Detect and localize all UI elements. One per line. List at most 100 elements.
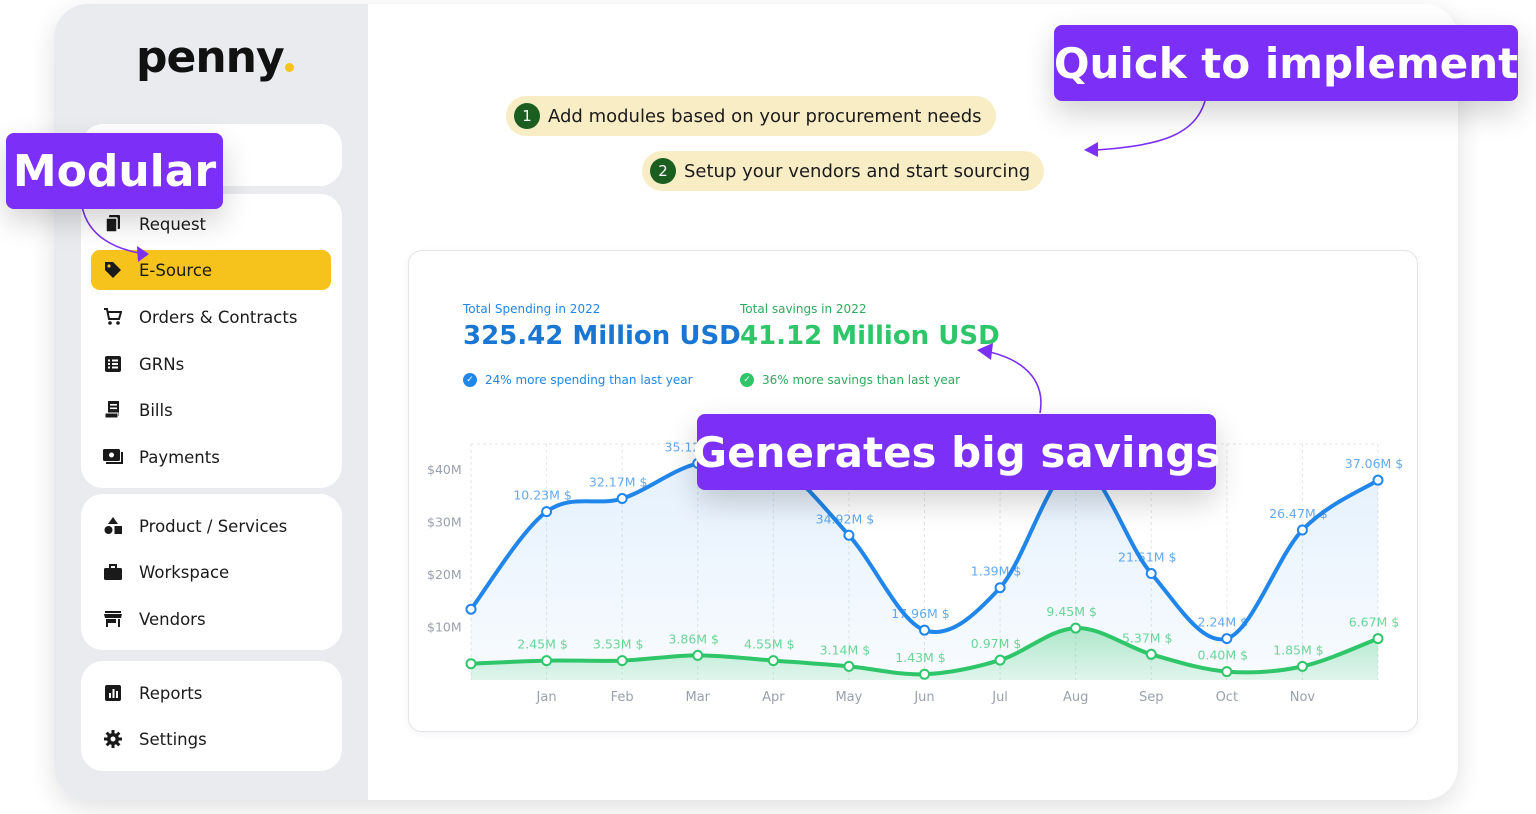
sidebar: penny rd Request E-Source Orders & Contr… <box>54 4 368 800</box>
payments-icon <box>103 449 123 465</box>
sidebar-item-vendors[interactable]: Vendors <box>91 599 331 639</box>
data-point <box>1145 568 1157 580</box>
data-point <box>919 624 930 636</box>
nav-card-procurement: Request E-Source Orders & Contracts GRNs… <box>81 194 342 488</box>
sidebar-item-label: GRNs <box>139 354 185 374</box>
step-1: 1 Add modules based on your procurement … <box>506 96 996 136</box>
gear-icon <box>103 730 123 748</box>
data-label: 4.55M $ <box>744 637 795 652</box>
data-point <box>1372 474 1384 486</box>
x-tick-label: Sep <box>1139 690 1164 705</box>
sidebar-item-reports[interactable]: Reports <box>91 673 331 713</box>
data-label: 21.51M $ <box>1118 550 1177 565</box>
y-tick-label: $20M <box>427 567 462 582</box>
x-tick-label: Apr <box>762 690 785 705</box>
sidebar-item-label: Product / Services <box>139 516 288 536</box>
data-label: 1.43M $ <box>895 650 946 665</box>
grn-icon <box>103 356 123 372</box>
data-point <box>616 655 628 667</box>
sidebar-item-label: Payments <box>139 447 220 467</box>
data-point <box>843 529 855 541</box>
sidebar-item-workspace[interactable]: Workspace <box>91 552 331 592</box>
sidebar-item-payments[interactable]: Payments <box>91 437 331 477</box>
x-tick-label: Jul <box>991 690 1008 705</box>
nav-card-admin: Reports Settings <box>81 661 342 771</box>
data-point <box>1221 666 1233 678</box>
data-label: 3.53M $ <box>593 637 644 652</box>
data-label: 0.97M $ <box>971 636 1022 651</box>
data-point <box>541 655 553 667</box>
sidebar-item-product-services[interactable]: Product / Services <box>91 506 331 546</box>
data-point <box>692 649 704 661</box>
data-label: 26.47M $ <box>1269 506 1328 521</box>
sidebar-item-orders-contracts[interactable]: Orders & Contracts <box>91 297 331 337</box>
sidebar-item-settings[interactable]: Settings <box>91 719 331 759</box>
callout-quick-to-implement: Quick to implement <box>1054 25 1518 101</box>
callout-modular: Modular <box>6 133 223 209</box>
x-tick-label: Jun <box>913 690 934 705</box>
data-label: 10.23M $ <box>513 488 572 503</box>
data-label: 32.17M $ <box>589 475 648 490</box>
step-number: 1 <box>514 103 540 129</box>
data-label: 37.06M $ <box>1345 456 1404 471</box>
data-point <box>1221 633 1233 645</box>
briefcase-icon <box>103 564 123 580</box>
sidebar-item-grns[interactable]: GRNs <box>91 344 331 384</box>
nav-card-masterdata: Product / Services Workspace Vendors <box>81 494 342 650</box>
data-point <box>616 493 628 505</box>
data-label: 2.45M $ <box>517 637 568 652</box>
store-icon <box>103 611 123 627</box>
data-point <box>1070 622 1082 634</box>
data-point <box>465 603 477 615</box>
data-label: 34.92M $ <box>816 511 875 526</box>
data-label: 9.45M $ <box>1046 604 1097 619</box>
data-point <box>994 654 1006 666</box>
sidebar-item-label: E-Source <box>139 260 213 280</box>
data-point <box>919 668 930 680</box>
sidebar-item-e-source[interactable]: E-Source <box>91 250 331 290</box>
data-label: 1.85M $ <box>1273 642 1324 657</box>
sidebar-item-label: Request <box>139 214 207 234</box>
sidebar-item-bills[interactable]: Bills <box>91 390 331 430</box>
data-label: 2.24M $ <box>1198 615 1249 630</box>
data-point <box>1296 524 1308 536</box>
data-label: 6.67M $ <box>1349 615 1400 630</box>
data-point <box>541 506 553 518</box>
step-text: Add modules based on your procurement ne… <box>548 105 982 127</box>
x-tick-label: Jan <box>536 690 557 705</box>
sidebar-item-request[interactable]: Request <box>91 204 331 244</box>
data-point <box>1296 660 1308 672</box>
data-label: 0.40M $ <box>1198 648 1249 663</box>
sidebar-item-label: Bills <box>139 400 173 420</box>
data-point <box>843 660 855 672</box>
sidebar-item-label: Workspace <box>139 562 230 582</box>
cart-icon <box>103 308 123 326</box>
chart-icon <box>103 685 123 701</box>
x-tick-label: Feb <box>611 690 634 705</box>
request-icon <box>103 215 123 233</box>
app-window: penny rd Request E-Source Orders & Contr… <box>54 4 1458 800</box>
sidebar-item-label: Reports <box>139 683 203 703</box>
x-tick-label: Nov <box>1290 690 1316 705</box>
sidebar-item-label: Settings <box>139 729 207 749</box>
tag-icon <box>103 261 123 279</box>
data-point <box>994 582 1006 594</box>
data-label: 1.39M $ <box>971 564 1022 579</box>
data-label: 17.96M $ <box>891 606 950 621</box>
data-label: 3.14M $ <box>820 642 871 657</box>
penny-logo: penny <box>136 32 294 83</box>
x-tick-label: May <box>835 690 862 705</box>
shapes-icon <box>103 517 123 535</box>
data-point <box>1145 648 1157 660</box>
y-tick-label: $30M <box>427 515 462 530</box>
callout-generates-big-savings: Generates big savings <box>693 414 1220 490</box>
data-label: 3.86M $ <box>668 631 719 646</box>
step-text: Setup your vendors and start sourcing <box>684 160 1031 182</box>
y-tick-label: $10M <box>427 620 462 635</box>
data-point <box>1372 633 1384 645</box>
bills-icon <box>103 401 123 419</box>
spending-chart-card: Total Spending in 2022 325.42 Million US… <box>408 250 1418 732</box>
x-tick-label: Oct <box>1216 690 1238 705</box>
x-tick-label: Mar <box>685 690 710 705</box>
spending-savings-line-chart: $40M $30M $20M $10M Jan Feb Mar Apr May Jun Jul Aug… <box>427 439 1404 705</box>
